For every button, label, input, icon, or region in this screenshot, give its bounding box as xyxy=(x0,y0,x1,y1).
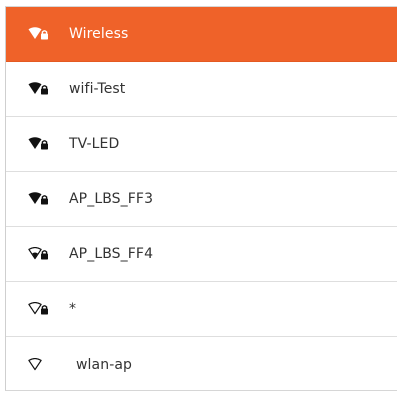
wifi-full-secured-icon xyxy=(28,192,50,206)
wifi-weak-secured-icon xyxy=(28,247,50,261)
wifi-full-secured-icon xyxy=(28,27,50,41)
network-name: wlan-ap xyxy=(76,356,133,373)
wifi-full-secured-icon xyxy=(28,137,50,151)
network-item-wifi-test[interactable]: wifi-Test xyxy=(6,62,397,117)
wifi-empty-open-icon xyxy=(28,357,50,372)
network-name: * xyxy=(69,301,77,317)
network-item-ap-lbs-ff4[interactable]: AP_LBS_FF4 xyxy=(6,227,397,282)
wifi-full-secured-icon xyxy=(28,82,50,96)
network-item-wireless[interactable]: Wireless xyxy=(6,7,397,62)
network-name: TV-LED xyxy=(69,136,120,152)
network-name: AP_LBS_FF4 xyxy=(69,246,154,262)
network-item-hidden[interactable]: * xyxy=(6,282,397,337)
network-item-ap-lbs-ff3[interactable]: AP_LBS_FF3 xyxy=(6,172,397,227)
wifi-empty-secured-icon xyxy=(28,302,50,316)
network-item-tv-led[interactable]: TV-LED xyxy=(6,117,397,172)
network-name: Wireless xyxy=(69,26,129,42)
wifi-network-list: Wireless wifi-Test TV-LED AP_LBS_FF3 AP_… xyxy=(5,6,397,391)
network-name: wifi-Test xyxy=(69,81,126,97)
network-item-wlan-ap[interactable]: wlan-ap xyxy=(6,337,397,392)
network-name: AP_LBS_FF3 xyxy=(69,191,154,207)
